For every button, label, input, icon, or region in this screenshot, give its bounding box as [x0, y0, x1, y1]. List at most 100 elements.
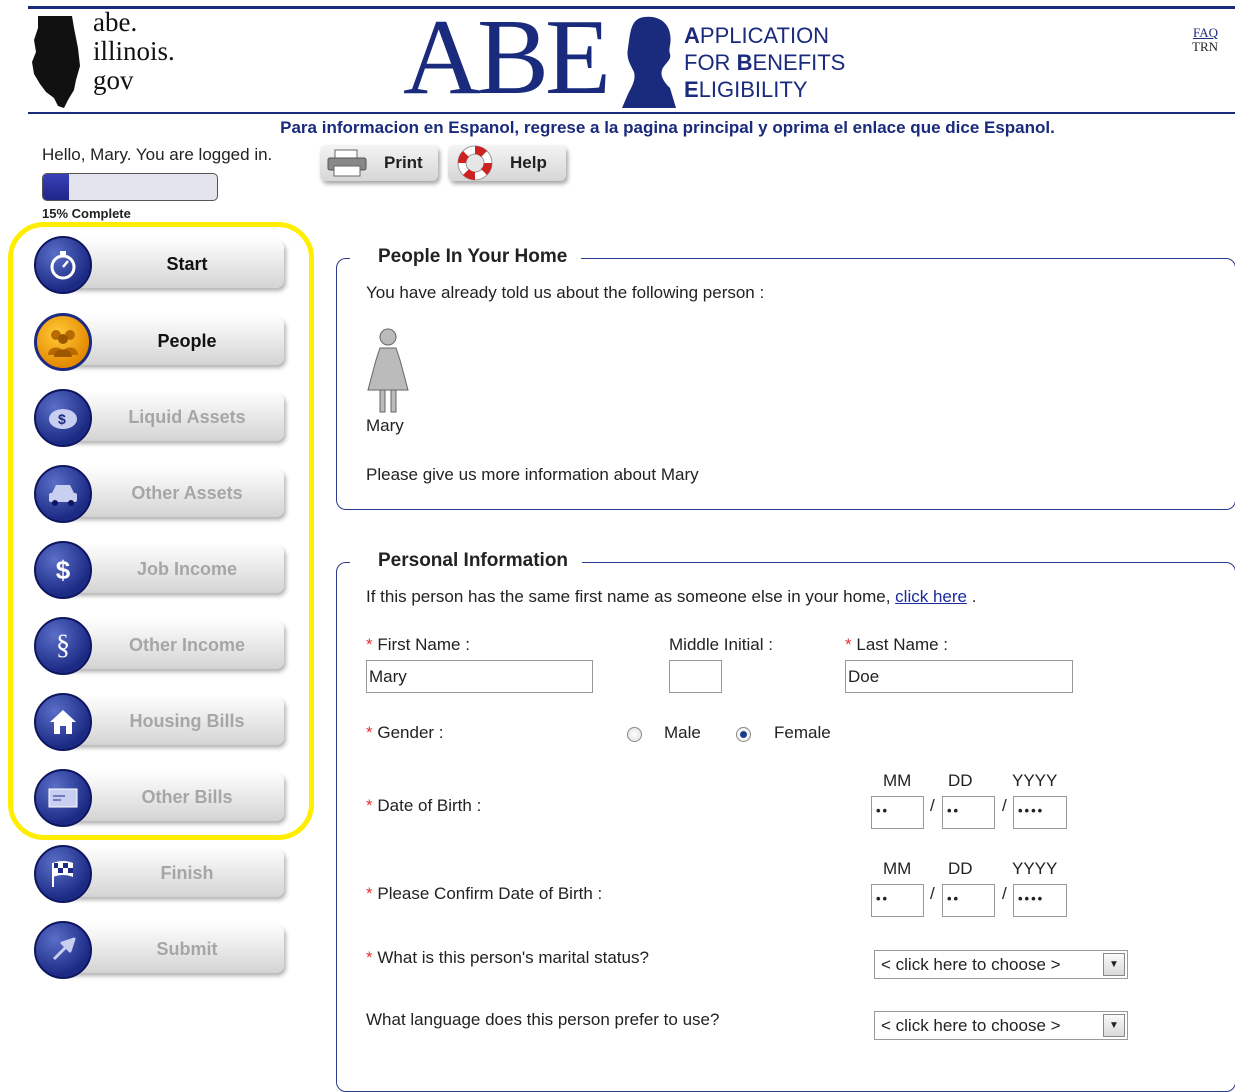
- sidebar-item-label: Start: [166, 253, 208, 274]
- last-name-label: * Last Name :: [845, 635, 948, 655]
- marital-status-label-text: What is this person's marital status?: [377, 948, 649, 967]
- people-intro: You have already told us about the follo…: [366, 283, 765, 302]
- language-label: What language does this person prefer to…: [366, 1010, 720, 1029]
- sidebar-item-label: Job Income: [136, 558, 238, 579]
- sidebar-item-start[interactable]: Start: [34, 236, 286, 296]
- required-mark: *: [366, 723, 373, 742]
- last-name-input[interactable]: [845, 660, 1073, 693]
- date-separator: /: [1002, 796, 1007, 815]
- illinois-map-icon: [32, 16, 80, 108]
- bill-icon: [34, 769, 92, 827]
- sidebar-item-label: Submit: [156, 938, 218, 959]
- required-mark: *: [366, 796, 373, 815]
- help-button[interactable]: Help: [448, 145, 566, 181]
- confirm-dob-label: * Please Confirm Date of Birth :: [366, 884, 602, 904]
- app-title-cap: A: [684, 23, 700, 48]
- dollar-icon: $: [34, 541, 92, 599]
- personal-info-legend: Personal Information: [350, 550, 583, 572]
- same-name-notice: If this person has the same first name a…: [366, 587, 976, 607]
- required-mark: *: [366, 884, 373, 903]
- first-name-label: * First Name :: [366, 635, 470, 655]
- trn-label: TRN: [1192, 39, 1218, 54]
- same-name-end: .: [971, 587, 977, 606]
- gender-label: * Gender :: [366, 723, 444, 743]
- stopwatch-icon: [34, 236, 92, 294]
- header-bottom-rule: [28, 112, 1235, 114]
- date-separator: /: [930, 796, 935, 815]
- user-greeting: Hello, Mary. You are logged in.: [42, 145, 273, 164]
- app-title-rest: ENEFITS: [752, 50, 846, 75]
- dob-day-input[interactable]: ••: [942, 796, 995, 829]
- same-name-link[interactable]: click here: [895, 587, 967, 606]
- confirm-dob-year-input[interactable]: ••••: [1013, 884, 1067, 917]
- dropdown-arrow-icon: ▼: [1103, 1014, 1125, 1037]
- site-name-line: abe.: [93, 7, 138, 37]
- app-title-line: FOR BENEFITS: [684, 49, 845, 76]
- app-title-cap: E: [684, 77, 699, 102]
- same-name-text: If this person has the same first name a…: [366, 587, 891, 606]
- sidebar-item-submit[interactable]: Submit: [34, 921, 286, 981]
- gender-label-text: Gender :: [377, 723, 444, 742]
- dob-yyyy-header: YYYY: [1012, 771, 1058, 790]
- app-title-line: ELIGIBILITY: [684, 76, 845, 103]
- dob-year-input[interactable]: ••••: [1013, 796, 1067, 829]
- header-links: FAQ TRN: [1192, 26, 1218, 54]
- middle-initial-input[interactable]: [669, 660, 722, 693]
- marital-status-value: < click here to choose >: [881, 954, 1061, 974]
- confirm-dob-label-text: Please Confirm Date of Birth :: [377, 884, 603, 903]
- sidebar-item-other-income[interactable]: Other Income §: [34, 617, 286, 677]
- progress-label: 15% Complete: [42, 206, 131, 221]
- spanish-notice: Para informacion en Espanol, regrese a l…: [280, 118, 1055, 137]
- dob-label: * Date of Birth :: [366, 796, 481, 816]
- sidebar-item-liquid-assets[interactable]: Liquid Assets $: [34, 389, 286, 449]
- sidebar-item-housing-bills[interactable]: Housing Bills: [34, 693, 286, 753]
- people-icon: [34, 313, 92, 371]
- language-select[interactable]: < click here to choose > ▼: [874, 1011, 1128, 1040]
- progress-bar-fill: [43, 174, 70, 200]
- marital-status-select[interactable]: < click here to choose > ▼: [874, 950, 1128, 979]
- dob-dd-header: DD: [948, 771, 973, 790]
- last-name-label-text: Last Name :: [856, 635, 949, 654]
- confirm-dob-day-input[interactable]: ••: [942, 884, 995, 917]
- gender-female-label: Female: [774, 723, 831, 742]
- print-button[interactable]: Print: [320, 145, 438, 181]
- checkered-flag-icon: [34, 845, 92, 903]
- sidebar-item-finish[interactable]: Finish: [34, 845, 286, 905]
- house-icon: [34, 693, 92, 751]
- gender-female-radio[interactable]: [736, 727, 751, 742]
- people-in-home-legend: People In Your Home: [350, 246, 582, 268]
- app-title-cap: B: [736, 50, 753, 75]
- sidebar-item-job-income[interactable]: Job Income $: [34, 541, 286, 601]
- sidebar-item-other-bills[interactable]: Other Bills: [34, 769, 286, 829]
- date-separator: /: [930, 884, 935, 903]
- marital-status-label: * What is this person's marital status?: [366, 948, 649, 968]
- required-mark: *: [366, 635, 373, 654]
- sidebar-item-label: Liquid Assets: [128, 406, 246, 427]
- confirm-dob-yyyy-header: YYYY: [1012, 859, 1058, 878]
- site-name-line: gov: [93, 65, 134, 95]
- arrow-icon: [34, 921, 92, 979]
- printer-icon: [327, 149, 367, 177]
- sidebar-item-people[interactable]: People: [34, 313, 286, 373]
- gender-male-label: Male: [664, 723, 701, 742]
- dob-mm-header: MM: [883, 771, 912, 790]
- sidebar-item-label: Other Assets: [131, 482, 243, 503]
- people-prompt: Please give us more information about Ma…: [366, 465, 699, 484]
- print-button-label: Print: [384, 153, 423, 172]
- sidebar-item-label: Other Income: [128, 634, 246, 655]
- faq-link[interactable]: FAQ: [1193, 25, 1218, 40]
- sidebar-item-label: Other Bills: [141, 786, 233, 807]
- svg-text:$: $: [58, 411, 66, 427]
- piggy-bank-icon: $: [34, 389, 92, 447]
- confirm-dob-month-input[interactable]: ••: [871, 884, 924, 917]
- required-mark: *: [845, 635, 852, 654]
- person-name: Mary: [366, 416, 404, 435]
- first-name-input[interactable]: [366, 660, 593, 693]
- app-title: APPLICATION FOR BENEFITS ELIGIBILITY: [684, 22, 845, 103]
- help-button-label: Help: [510, 153, 547, 172]
- sidebar-item-other-assets[interactable]: Other Assets: [34, 465, 286, 525]
- person-mary[interactable]: [364, 326, 412, 419]
- gender-male-radio[interactable]: [627, 727, 642, 742]
- dob-month-input[interactable]: ••: [871, 796, 924, 829]
- sidebar-item-label: Finish: [160, 862, 214, 883]
